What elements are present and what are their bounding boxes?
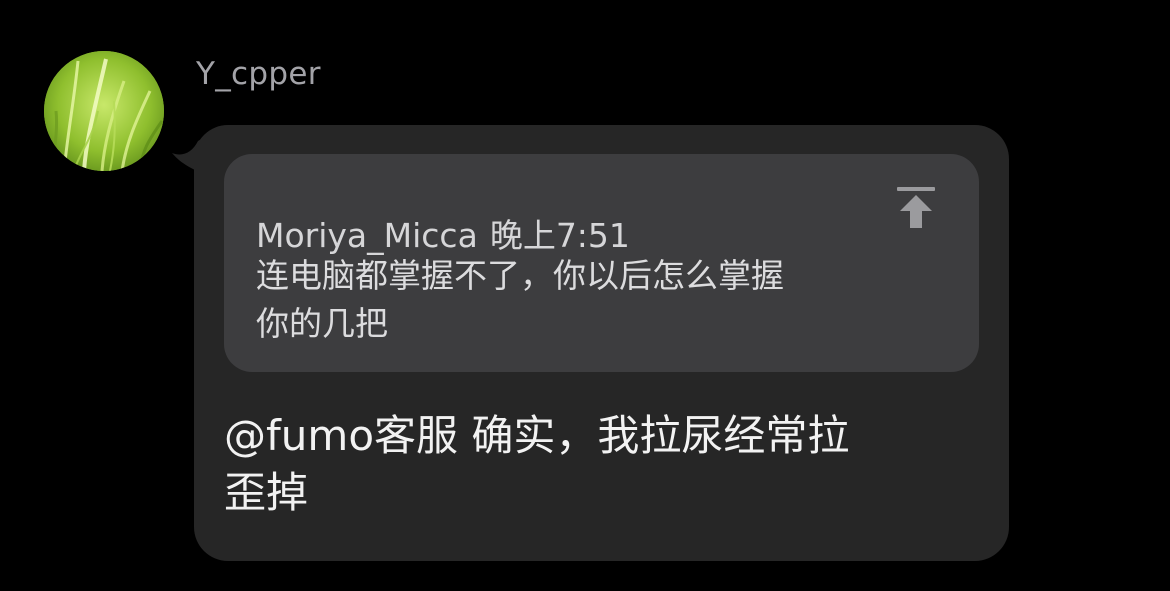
quote-author: Moriya_Micca xyxy=(256,216,478,255)
avatar[interactable] xyxy=(44,51,164,171)
message-bubble[interactable]: Moriya_Micca 晚上7:51 连电脑都掌握不了，你以后怎么掌握 你的几把… xyxy=(194,125,1009,561)
quote-time: 晚上7:51 xyxy=(489,216,630,255)
message-text: @fumo客服 确实，我拉尿经常拉 歪掉 xyxy=(224,411,850,517)
jump-to-top-icon[interactable] xyxy=(897,187,935,229)
quote-header: Moriya_Micca 晚上7:51 xyxy=(256,216,642,256)
quote-text: 连电脑都掌握不了，你以后怎么掌握 你的几把 xyxy=(256,256,784,343)
grass-avatar-icon xyxy=(44,51,164,171)
quoted-message[interactable]: Moriya_Micca 晚上7:51 连电脑都掌握不了，你以后怎么掌握 你的几把 xyxy=(224,154,979,372)
sender-name[interactable]: Y_cpper xyxy=(196,54,321,94)
chat-view: Y_cpper Moriya_Micca 晚上7:51 连电脑都掌握不了，你以后怎… xyxy=(0,0,1170,591)
